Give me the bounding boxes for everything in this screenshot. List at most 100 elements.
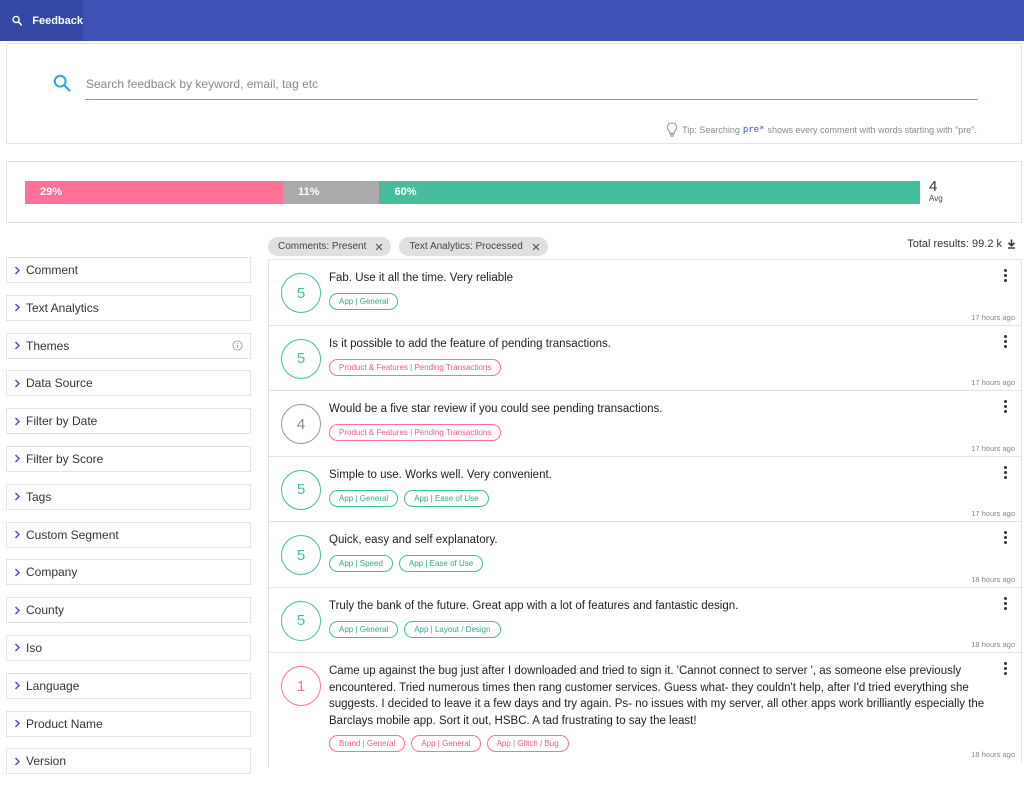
download-icon[interactable]: [1007, 239, 1016, 249]
average-score-label: Avg: [929, 194, 943, 203]
topic-tag[interactable]: App | General: [329, 293, 399, 310]
timestamp: 17 hours ago: [971, 443, 1015, 453]
topic-tag[interactable]: App | Ease of Use: [398, 555, 484, 572]
more-options-icon[interactable]: [1004, 269, 1007, 282]
feedback-card[interactable]: 5 Truly the bank of the future. Great app…: [269, 586, 1022, 652]
filter-item-tags[interactable]: Tags: [6, 483, 251, 510]
filter-item-label: Version: [26, 754, 67, 769]
chevron-right-icon: [15, 530, 20, 539]
score-circle: 5: [281, 600, 321, 641]
close-icon[interactable]: [375, 243, 383, 251]
comment-text: Would be a five star review if you could…: [329, 403, 663, 415]
filter-item-language[interactable]: Language: [6, 672, 251, 699]
filter-item-company[interactable]: Company: [6, 559, 251, 586]
filter-item-custom-segment[interactable]: Custom Segment: [6, 521, 251, 548]
topic-tag[interactable]: App | Speed: [329, 555, 393, 572]
filter-item-product-name[interactable]: Product Name: [6, 710, 251, 737]
score-circle: 5: [281, 535, 321, 575]
chevron-right-icon-wrap: [14, 341, 21, 350]
filter-item-county[interactable]: County: [6, 597, 251, 624]
filter-item-iso[interactable]: Iso: [6, 634, 251, 661]
feedback-card[interactable]: 5 Is it possible to add the feature of pe…: [269, 324, 1022, 390]
comment-text: Quick, easy and self explanatory.: [329, 534, 498, 546]
chevron-right-icon: [15, 492, 20, 501]
tag-list: App | General App | Layout / Design: [329, 620, 501, 638]
chevron-right-icon: [15, 719, 20, 728]
filter-item-label: County: [26, 603, 65, 618]
close-icon[interactable]: [532, 243, 540, 251]
tag-list: App | General: [329, 293, 399, 310]
topic-tag[interactable]: App | Glitch / Bug: [486, 735, 569, 752]
tip-prefix: Tip: Searching: [682, 124, 740, 135]
filter-item-filter-by-date[interactable]: Filter by Date: [6, 408, 251, 435]
chevron-right-icon-wrap: [14, 303, 21, 312]
filter-item-version[interactable]: Version: [6, 748, 251, 775]
more-options-icon[interactable]: [1004, 662, 1007, 675]
timestamp: 18 hours ago: [971, 750, 1015, 759]
search-input[interactable]: [85, 68, 978, 100]
chevron-right-icon-wrap: [14, 266, 21, 275]
feedback-card[interactable]: 4 Would be a five star review if you coul…: [269, 390, 1022, 456]
filter-item-label: Text Analytics: [26, 300, 99, 315]
topic-tag[interactable]: App | Layout / Design: [404, 620, 501, 638]
feedback-card[interactable]: 5 Quick, easy and self explanatory. App | …: [269, 521, 1022, 587]
filter-item-label: Filter by Date: [26, 414, 98, 429]
topic-tag[interactable]: App | General: [411, 735, 481, 752]
filter-item-filter-by-score[interactable]: Filter by Score: [6, 445, 251, 472]
filter-item-comment[interactable]: Comment: [6, 257, 251, 283]
tag-list: App | Speed App | Ease of Use: [329, 555, 484, 572]
positive-score-segment[interactable]: 60%: [379, 181, 920, 204]
topic-tag[interactable]: Brand | General: [329, 735, 406, 752]
feedback-card[interactable]: 5 Simple to use. Works well. Very conveni…: [269, 455, 1022, 521]
score-distribution-panel: 29% 11% 60% 4 Avg: [6, 161, 1022, 223]
info-icon[interactable]: [232, 340, 243, 351]
filter-item-label: Iso: [26, 640, 43, 655]
filter-item-label: Custom Segment: [26, 527, 119, 542]
feedback-tab-label: Feedback: [32, 14, 83, 27]
more-options-icon[interactable]: [1004, 334, 1007, 348]
search-panel: Tip: Searching pre* shows every comment …: [6, 43, 1022, 144]
feedback-card[interactable]: 5 Fab. Use it all the time. Very reliable…: [269, 259, 1022, 325]
more-options-icon[interactable]: [1004, 531, 1007, 544]
more-options-icon[interactable]: [1004, 596, 1007, 610]
feedback-card[interactable]: 1 Came up against the bug just after I do…: [269, 652, 1022, 762]
topic-tag[interactable]: App | General: [329, 489, 399, 507]
topic-tag[interactable]: App | General: [329, 620, 399, 638]
filter-item-label: Tags: [26, 489, 52, 504]
filter-item-label: Comment: [26, 263, 79, 277]
feedback-tab[interactable]: Feedback: [0, 0, 83, 41]
filter-item-text-analytics[interactable]: Text Analytics: [6, 294, 251, 321]
comment-text: Came up against the bug just after I dow…: [329, 665, 985, 728]
chevron-right-icon: [15, 417, 20, 426]
more-options-icon[interactable]: [1004, 465, 1007, 479]
feedback-list: 5 Fab. Use it all the time. Very reliable…: [268, 259, 1022, 768]
average-score: 4 Avg: [929, 179, 943, 203]
comment-text: Truly the bank of the future. Great app …: [329, 599, 739, 612]
chevron-right-icon-wrap: [14, 530, 21, 539]
score-circle: 5: [281, 273, 321, 313]
more-options-icon[interactable]: [1004, 400, 1007, 413]
topic-tag[interactable]: App | Ease of Use: [404, 489, 489, 507]
filter-item-label: Company: [26, 565, 78, 580]
search-icon: [12, 15, 23, 26]
topic-tag[interactable]: Product & Features | Pending Transaction…: [329, 358, 502, 376]
filter-sidebar: Comment Text Analytics Themes Data Source Fi…: [6, 257, 251, 786]
filter-item-data-source[interactable]: Data Source: [6, 370, 251, 397]
chevron-right-icon-wrap: [14, 643, 21, 652]
negative-score-segment[interactable]: 29%: [25, 181, 284, 204]
score-circle: 1: [281, 666, 321, 706]
filter-chip: Text Analytics: Processed: [399, 237, 548, 256]
info-icon-wrap[interactable]: [232, 340, 243, 354]
neutral-score-segment[interactable]: 11%: [283, 181, 380, 204]
comment-text: Fab. Use it all the time. Very reliable: [329, 272, 514, 284]
active-filter-chips: Comments: Present Text Analytics: Process…: [268, 237, 548, 256]
chevron-right-icon: [15, 606, 20, 615]
topic-tag[interactable]: Product & Features | Pending Transaction…: [329, 424, 502, 441]
total-results: Total results: 99.2 k: [907, 238, 1016, 250]
score-circle: 5: [281, 469, 321, 510]
filter-item-themes[interactable]: Themes: [6, 332, 251, 359]
top-bar: Feedback: [0, 0, 1024, 41]
tag-list: Product & Features | Pending Transaction…: [329, 358, 502, 376]
filter-item-label: Data Source: [26, 376, 93, 391]
chevron-right-icon-wrap: [14, 568, 21, 577]
